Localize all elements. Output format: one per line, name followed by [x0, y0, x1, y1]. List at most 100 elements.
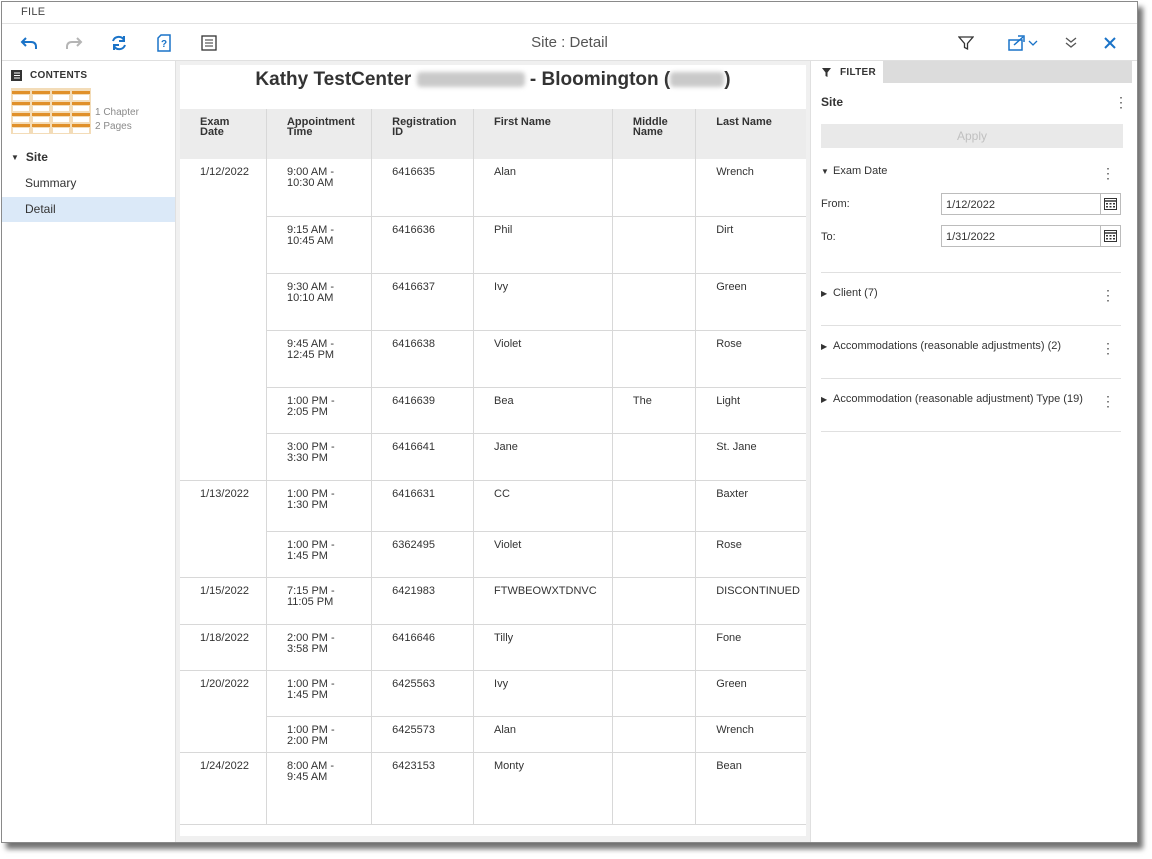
table-row: 1/12/2022 9:00 AM - 10:30 AM 6416635 Alan Wr…: [180, 159, 806, 481]
filter-button[interactable]: [955, 32, 977, 54]
accommodations-section-header[interactable]: ▶ Accommodations (reasonable adjustments…: [821, 340, 1061, 352]
table-header-row: Exam Date Appointment Time Registration …: [180, 109, 806, 159]
cell-registration-id: 6421983: [371, 577, 475, 625]
table-row: 3:00 PM - 3:30 PM 6416641 Jane St. Jane: [180, 433, 806, 481]
calendar-icon[interactable]: [1100, 226, 1120, 246]
table-row: 1:00 PM - 1:45 PM 6362495 Violet Rose: [180, 531, 806, 578]
cell-registration-id: 6425563: [371, 670, 475, 717]
cell-registration-id: 6425573: [371, 716, 475, 753]
cell-first-name: Alan: [473, 716, 613, 753]
appointment-time-text: 1:00 PM - 1:45 PM: [286, 677, 335, 701]
expand-triangle-icon: ▼: [11, 152, 19, 162]
cell-appointment-time: 1:00 PM - 2:05 PM: [266, 387, 373, 434]
detail-table: Exam Date Appointment Time Registration …: [180, 109, 806, 825]
cell-middle-name: [612, 433, 697, 481]
client-more-icon[interactable]: ⋮: [1101, 288, 1115, 302]
appointment-time-text: 1:00 PM - 2:00 PM: [286, 723, 335, 747]
cell-last-name: St. Jane: [695, 433, 806, 481]
cell-first-name: Ivy: [473, 273, 613, 331]
filter-tab-strip: [883, 61, 1132, 83]
cell-exam-date: 1/18/2022: [180, 624, 267, 671]
cell-last-name: DISCONTINUED: [695, 577, 806, 625]
table-row: 1/15/2022 7:15 PM - 11:05 PM 6421983 FTWBEO…: [180, 577, 806, 625]
appointment-time-text: 9:45 AM - 12:45 PM: [286, 337, 335, 361]
nav-site-group[interactable]: ▼ Site: [11, 150, 48, 164]
table-row: 9:30 AM - 10:10 AM 6416637 Ivy Green: [180, 273, 806, 331]
divider: [821, 272, 1121, 273]
filter-panel: FILTER Site ⋮ Apply ▼ Exam Date ⋮ From: …: [810, 61, 1137, 842]
client-section-header[interactable]: ▶ Client (7): [821, 287, 878, 299]
cell-exam-date: 1/24/2022: [180, 752, 267, 825]
accommodations-more-icon[interactable]: ⋮: [1101, 341, 1115, 355]
col-header-appointment-time[interactable]: Appointment Time: [266, 109, 373, 159]
appointment-time-text: 7:15 PM - 11:05 PM: [286, 584, 335, 608]
cell-last-name: Wrench: [695, 159, 806, 217]
thumbnail-image: [11, 88, 91, 134]
close-button[interactable]: [1099, 32, 1121, 54]
to-date-field[interactable]: 1/31/2022: [941, 225, 1121, 247]
cell-registration-id: 6416636: [371, 216, 475, 274]
filter-tab[interactable]: FILTER: [811, 61, 883, 83]
expanded-triangle-icon: ▼: [821, 166, 829, 176]
cell-appointment-time: 9:15 AM - 10:45 AM: [266, 216, 373, 274]
calendar-icon[interactable]: [1100, 194, 1120, 214]
col-header-last-name[interactable]: Last Name: [695, 109, 806, 159]
report-thumbnail[interactable]: [11, 88, 91, 134]
from-date-value: 1/12/2022: [946, 199, 995, 211]
contents-label: CONTENTS: [30, 69, 88, 81]
cell-last-name: Green: [695, 670, 806, 717]
report-viewer-window: FILE ? Site : Detail CONTENTS 1 Chapter …: [1, 1, 1138, 843]
cell-first-name: Ivy: [473, 670, 613, 717]
cell-exam-date: 1/12/2022: [180, 159, 267, 481]
report-title: Kathy TestCenter - Bloomington (): [180, 69, 806, 91]
cell-registration-id: 6416631: [371, 480, 475, 532]
site-more-icon[interactable]: ⋮: [1114, 95, 1128, 109]
table-row: 1/13/2022 1:00 PM - 1:30 PM 6416631 CC Baxte…: [180, 480, 806, 578]
table-row: 9:45 AM - 12:45 PM 6416638 Violet Rose: [180, 330, 806, 388]
cell-last-name: Rose: [695, 330, 806, 388]
report-title-prefix: Kathy TestCenter: [255, 69, 412, 90]
export-button[interactable]: [1005, 32, 1041, 54]
to-date-value: 1/31/2022: [946, 231, 995, 243]
redacted-code: [670, 72, 725, 88]
cell-first-name: Violet: [473, 531, 613, 578]
cell-first-name: Monty: [473, 752, 613, 825]
cell-registration-id: 6416635: [371, 159, 475, 217]
from-date-field[interactable]: 1/12/2022: [941, 193, 1121, 215]
divider: [821, 431, 1121, 432]
to-label: To:: [821, 231, 836, 243]
cell-middle-name: The: [612, 387, 697, 434]
cell-last-name: Dirt: [695, 216, 806, 274]
accommodation-type-section-header[interactable]: ▶ Accommodation (reasonable adjustment) …: [821, 393, 1083, 405]
cell-appointment-time: 1:00 PM - 1:30 PM: [266, 480, 373, 532]
col-header-exam-date[interactable]: Exam Date: [180, 109, 267, 159]
contents-icon: [11, 69, 22, 81]
contents-header: CONTENTS: [11, 67, 87, 83]
filter-tab-label: FILTER: [840, 66, 877, 78]
nav-site-label: Site: [25, 150, 48, 164]
cell-last-name: Wrench: [695, 716, 806, 753]
col-header-first-name[interactable]: First Name: [473, 109, 613, 159]
exam-date-section-header[interactable]: ▼ Exam Date: [821, 165, 887, 177]
cell-appointment-time: 9:00 AM - 10:30 AM: [266, 159, 373, 217]
col-header-middle-name[interactable]: Middle Name: [612, 109, 697, 159]
nav-item-summary[interactable]: Summary: [2, 171, 175, 196]
cell-first-name: Phil: [473, 216, 613, 274]
col-header-registration-id[interactable]: Registration ID: [371, 109, 475, 159]
cell-first-name: Bea: [473, 387, 613, 434]
collapsed-triangle-icon: ▶: [821, 341, 828, 351]
nav-item-detail[interactable]: Detail: [2, 197, 175, 222]
page-count: 2 Pages: [95, 121, 132, 132]
exam-date-more-icon[interactable]: ⋮: [1101, 166, 1115, 180]
file-menu[interactable]: FILE: [21, 6, 45, 18]
cell-last-name: Fone: [695, 624, 806, 671]
collapse-button[interactable]: [1060, 32, 1082, 54]
apply-button[interactable]: Apply: [821, 124, 1123, 148]
chevron-down-icon: [1028, 40, 1038, 46]
accommodation-type-more-icon[interactable]: ⋮: [1101, 394, 1115, 408]
cell-registration-id: 6416646: [371, 624, 475, 671]
appointment-time-text: 3:00 PM - 3:30 PM: [286, 440, 335, 464]
table-row: 9:15 AM - 10:45 AM 6416636 Phil Dirt: [180, 216, 806, 274]
cell-appointment-time: 3:00 PM - 3:30 PM: [266, 433, 373, 481]
exam-date-label: Exam Date: [833, 165, 888, 177]
